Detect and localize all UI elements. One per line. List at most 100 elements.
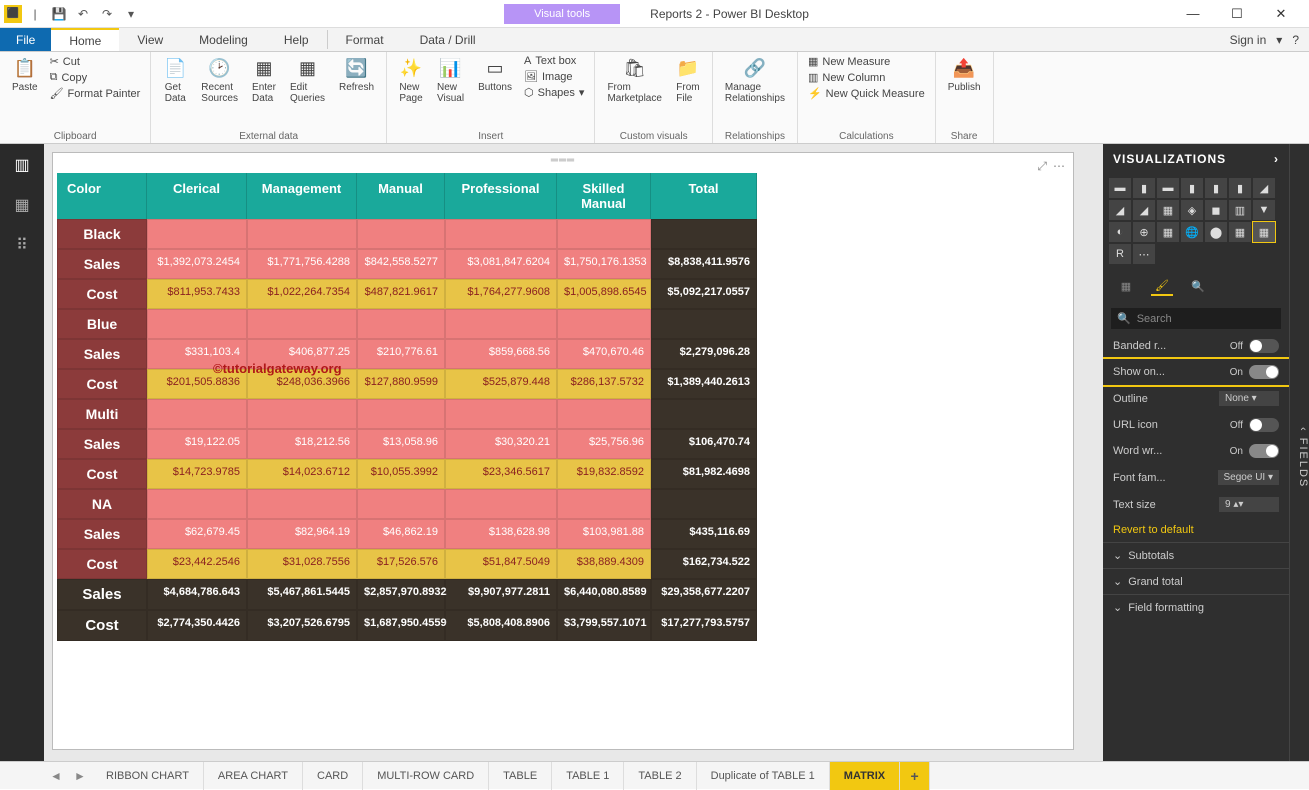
maximize-button[interactable]: ☐ — [1215, 0, 1259, 28]
matrix-header[interactable]: Clerical — [147, 173, 247, 219]
matrix-header[interactable]: Professional — [445, 173, 557, 219]
viz-type-icon[interactable]: ◢ — [1133, 200, 1155, 220]
from-file-button[interactable]: 📁From File — [670, 54, 706, 106]
viz-type-icon[interactable]: R — [1109, 244, 1131, 264]
page-tab[interactable]: RIBBON CHART — [92, 762, 204, 790]
viz-type-icon[interactable]: ⬤ — [1205, 222, 1227, 242]
model-view-icon[interactable]: ⠿ — [11, 234, 33, 256]
viz-type-icon[interactable]: ▦ — [1157, 222, 1179, 242]
tab-prev-icon[interactable]: ◄ — [44, 764, 68, 788]
matrix-header[interactable]: Total — [651, 173, 757, 219]
from-marketplace-button[interactable]: 🛍From Marketplace — [601, 54, 667, 106]
dropdown[interactable]: None ▾ — [1219, 391, 1279, 406]
new-page-button[interactable]: ✨New Page — [393, 54, 429, 106]
viz-type-icon[interactable]: ▮ — [1229, 178, 1251, 198]
refresh-button[interactable]: 🔄Refresh — [333, 54, 380, 95]
tab-datadrill[interactable]: Data / Drill — [402, 28, 494, 51]
dropdown[interactable]: Segoe UI ▾ — [1218, 470, 1280, 485]
page-tab[interactable]: TABLE 2 — [624, 762, 696, 790]
shapes-button[interactable]: ⬡Shapes▾ — [520, 85, 588, 100]
matrix-visual[interactable]: ═══ ⤢ ⋯ ColorClericalManagementManualPro… — [52, 152, 1074, 750]
viz-type-icon[interactable]: ◼ — [1205, 200, 1227, 220]
tab-home[interactable]: Home — [51, 28, 119, 51]
toggle[interactable] — [1249, 418, 1279, 432]
matrix-header[interactable]: Manual — [357, 173, 445, 219]
number-input[interactable]: 9 ▴▾ — [1219, 497, 1279, 512]
expand-icon[interactable]: ‹ — [1297, 427, 1309, 433]
buttons-button[interactable]: ▭Buttons — [472, 54, 518, 95]
viz-type-icon[interactable]: ▮ — [1205, 178, 1227, 198]
page-tab[interactable]: TABLE 1 — [552, 762, 624, 790]
collapse-icon[interactable]: › — [1274, 152, 1279, 166]
format-tab-icon[interactable]: 🖌 — [1151, 276, 1173, 296]
new-measure-button[interactable]: ▦New Measure — [804, 54, 929, 69]
viz-type-icon[interactable]: ▮ — [1133, 178, 1155, 198]
viz-type-icon[interactable]: 🌐 — [1181, 222, 1203, 242]
matrix-group-cell[interactable]: Blue — [57, 309, 147, 339]
viz-type-icon[interactable]: ◐ — [1109, 222, 1131, 242]
tab-view[interactable]: View — [119, 28, 181, 51]
minimize-button[interactable]: — — [1171, 0, 1215, 28]
tab-next-icon[interactable]: ► — [68, 764, 92, 788]
save-icon[interactable]: 💾 — [48, 3, 70, 25]
viz-type-icon[interactable]: ▦ — [1157, 200, 1179, 220]
tab-format[interactable]: Format — [328, 28, 402, 51]
new-column-button[interactable]: ▥New Column — [804, 70, 929, 85]
edit-queries-button[interactable]: ▦Edit Queries — [284, 54, 331, 106]
report-view-icon[interactable]: ▥ — [11, 154, 33, 176]
recent-sources-button[interactable]: 🕑Recent Sources — [195, 54, 244, 106]
grip-icon[interactable]: ═══ — [551, 155, 575, 166]
viz-type-icon[interactable]: ▬ — [1157, 178, 1179, 198]
get-data-button[interactable]: 📄Get Data — [157, 54, 193, 106]
matrix-group-cell[interactable]: Black — [57, 219, 147, 249]
viz-type-icon[interactable]: ▮ — [1181, 178, 1203, 198]
viz-type-icon[interactable]: ▥ — [1229, 200, 1251, 220]
new-visual-button[interactable]: 📊New Visual — [431, 54, 470, 106]
revert-default-link[interactable]: Revert to default — [1103, 518, 1289, 542]
undo-icon[interactable]: ↶ — [72, 3, 94, 25]
manage-relationships-button[interactable]: 🔗Manage Relationships — [719, 54, 791, 106]
matrix-group-cell[interactable]: Multi — [57, 399, 147, 429]
matrix-group-cell[interactable]: NA — [57, 489, 147, 519]
data-view-icon[interactable]: ▦ — [11, 194, 33, 216]
image-button[interactable]: 🖼Image — [520, 69, 588, 84]
redo-icon[interactable]: ↷ — [96, 3, 118, 25]
viz-type-icon[interactable]: ▬ — [1109, 178, 1131, 198]
help-icon[interactable]: ? — [1292, 33, 1299, 47]
copy-button[interactable]: ⧉Copy — [46, 70, 145, 85]
more-options-icon[interactable]: ⋯ — [1053, 159, 1065, 174]
viz-type-icon[interactable]: ◢ — [1109, 200, 1131, 220]
matrix-header[interactable]: Management — [247, 173, 357, 219]
focus-mode-icon[interactable]: ⤢ — [1037, 159, 1047, 174]
viz-type-icon[interactable]: ⊕ — [1133, 222, 1155, 242]
qat-dropdown-icon[interactable]: ▾ — [120, 3, 142, 25]
tab-help[interactable]: Help — [266, 28, 327, 51]
page-tab[interactable]: MULTI-ROW CARD — [363, 762, 489, 790]
viz-type-icon[interactable]: ◢ — [1253, 178, 1275, 198]
viz-type-icon[interactable]: ▼ — [1253, 200, 1275, 220]
enter-data-button[interactable]: ▦Enter Data — [246, 54, 282, 106]
toggle[interactable] — [1249, 339, 1279, 353]
new-quick-measure-button[interactable]: ⚡New Quick Measure — [804, 86, 929, 101]
fields-tab-icon[interactable]: ▦ — [1115, 276, 1137, 296]
tab-modeling[interactable]: Modeling — [181, 28, 266, 51]
close-button[interactable]: ✕ — [1259, 0, 1303, 28]
page-tab[interactable]: TABLE — [489, 762, 552, 790]
cut-button[interactable]: ✂Cut — [46, 54, 145, 69]
accordion-section[interactable]: ⌄Field formatting — [1103, 594, 1289, 620]
page-tab[interactable]: Duplicate of TABLE 1 — [697, 762, 830, 790]
viz-type-icon[interactable]: ⋯ — [1133, 244, 1155, 264]
page-tab[interactable]: MATRIX — [830, 762, 900, 790]
sign-in-link[interactable]: Sign in — [1230, 33, 1267, 47]
fields-pane-collapsed[interactable]: ‹ FIELDS — [1289, 144, 1309, 761]
page-tab[interactable]: AREA CHART — [204, 762, 303, 790]
file-menu[interactable]: File — [0, 28, 51, 51]
accordion-section[interactable]: ⌄Grand total — [1103, 568, 1289, 594]
toggle[interactable] — [1249, 444, 1279, 458]
viz-type-icon[interactable]: ◈ — [1181, 200, 1203, 220]
textbox-button[interactable]: AText box — [520, 54, 588, 68]
format-painter-button[interactable]: 🖌Format Painter — [46, 86, 145, 101]
page-tab[interactable]: CARD — [303, 762, 363, 790]
chevron-down-icon[interactable]: ▾ — [1276, 33, 1282, 47]
matrix-header[interactable]: Color — [57, 173, 147, 219]
